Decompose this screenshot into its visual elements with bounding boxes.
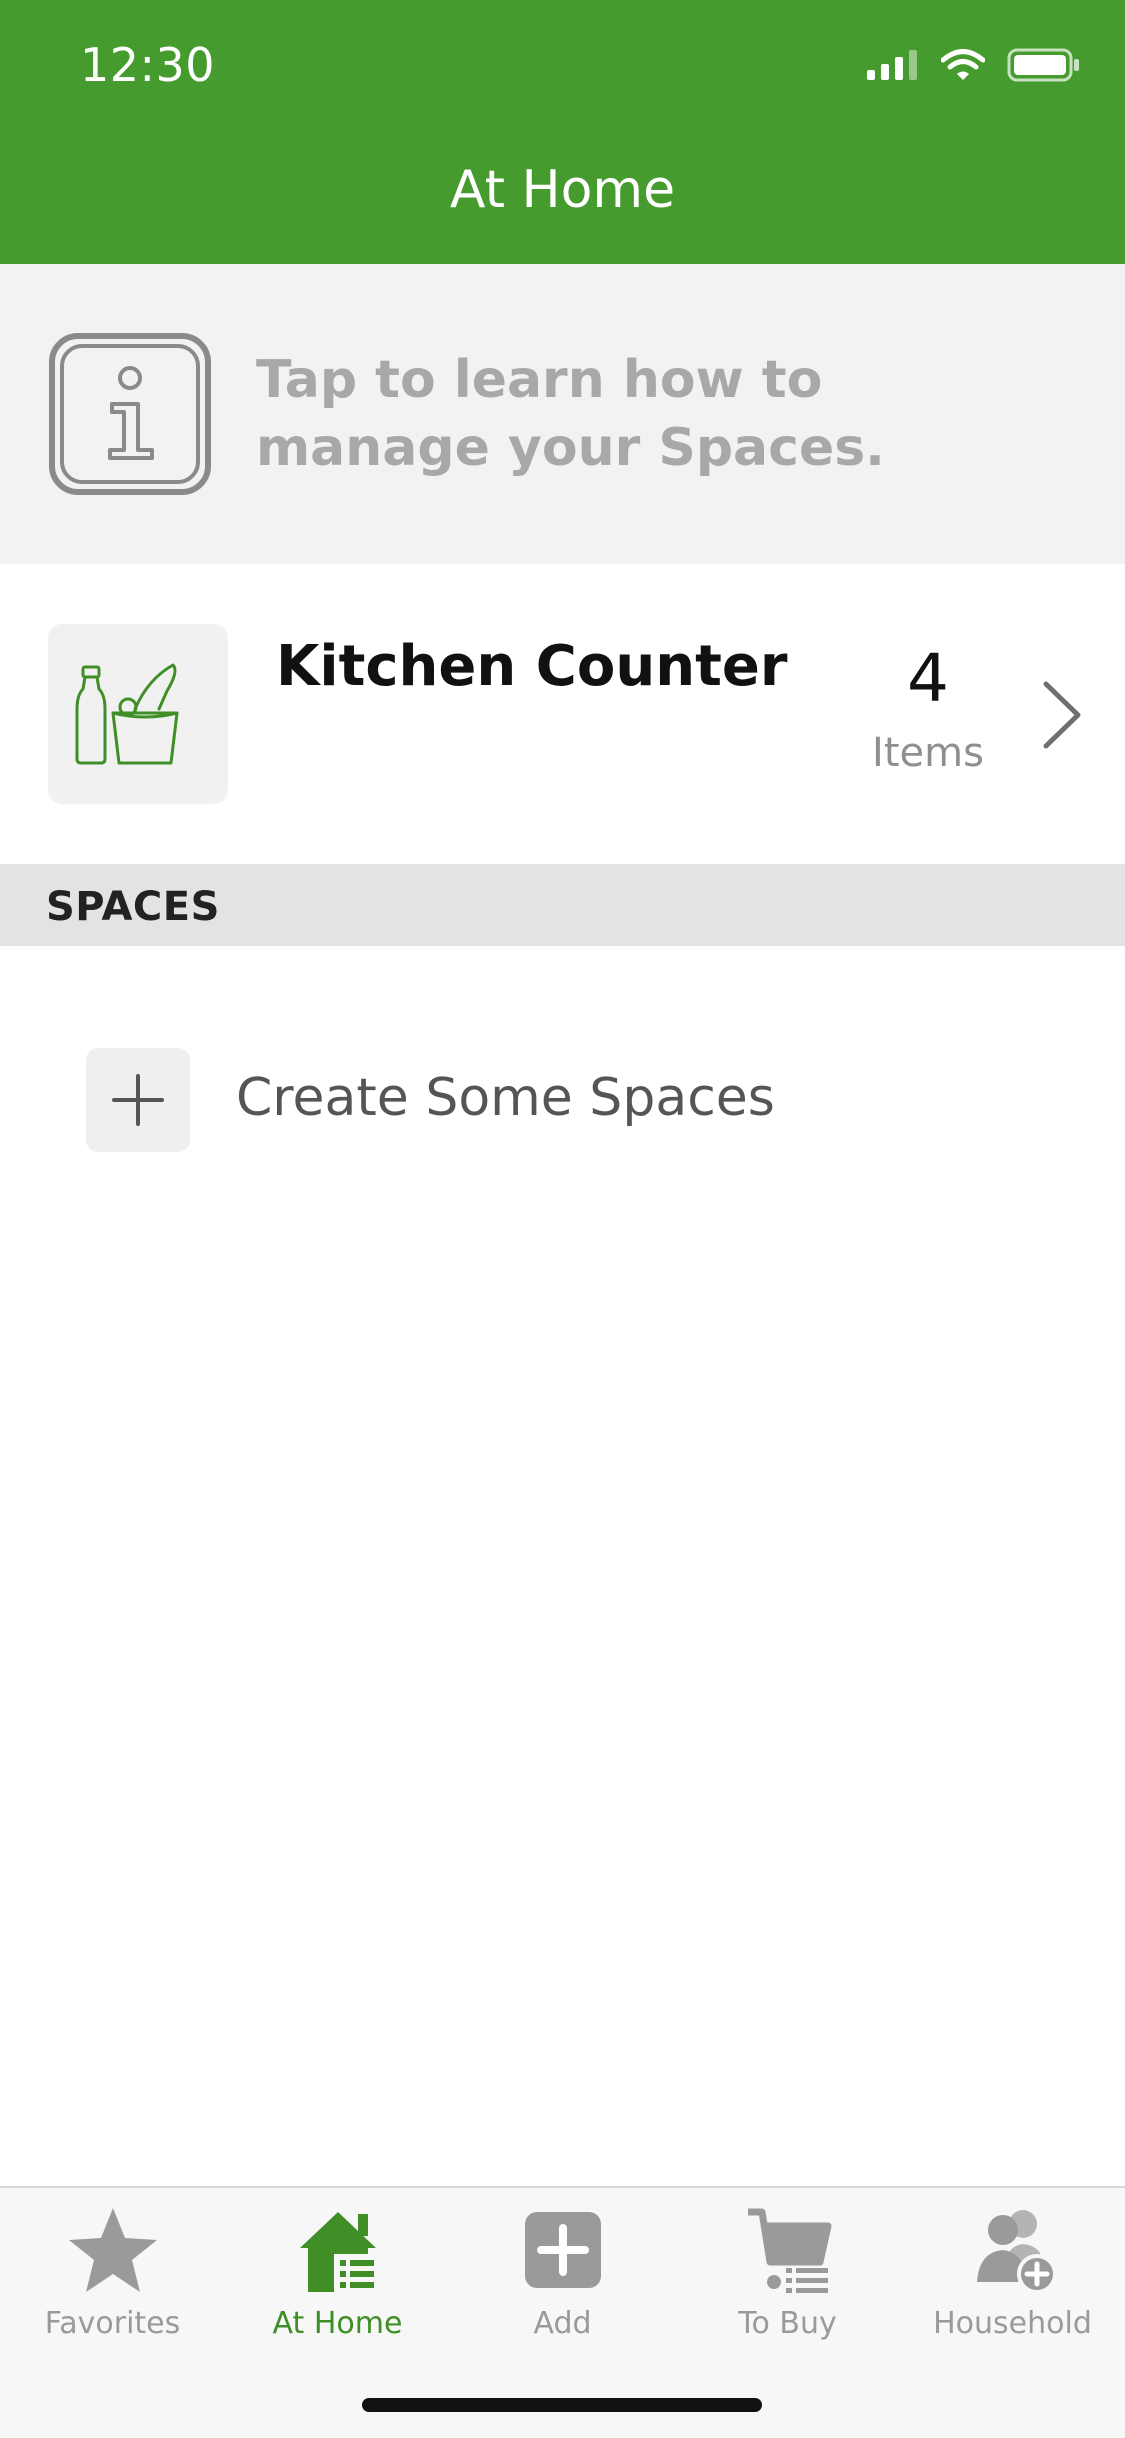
space-name: Kitchen Counter (276, 634, 788, 699)
create-spaces-button[interactable]: Create Some Spaces (0, 1030, 1125, 1170)
info-banner[interactable]: Tap to learn how to manage your Spaces. (0, 264, 1125, 564)
tab-to-buy[interactable]: To Buy (675, 2202, 900, 2352)
info-text: Tap to learn how to manage your Spaces. (256, 350, 885, 478)
tab-at-home[interactable]: At Home (225, 2202, 450, 2352)
tab-label-add: Add (533, 2306, 592, 2341)
signal-icon (867, 50, 917, 80)
battery-icon (1007, 48, 1079, 82)
top-header: 12:30 At Home (0, 0, 1125, 264)
household-add-icon (976, 2210, 1057, 2294)
tab-label-favorites: Favorites (44, 2306, 181, 2341)
add-icon (524, 2212, 601, 2288)
space-row-kitchen-counter[interactable]: Kitchen Counter 4 Items (0, 564, 1125, 864)
tab-label-household: Household (933, 2306, 1092, 2341)
space-thumbnail (48, 624, 228, 804)
wifi-icon (941, 49, 985, 80)
tab-add[interactable]: Add (450, 2202, 675, 2352)
star-icon (68, 2208, 157, 2292)
section-header-spaces: SPACES (0, 864, 1125, 946)
status-icons (867, 48, 1081, 82)
chevron-right-icon (1043, 681, 1081, 749)
page-title: At Home (449, 160, 676, 220)
plus-box (86, 1048, 190, 1152)
section-title: SPACES (46, 884, 220, 930)
groceries-bag-icon (75, 663, 179, 765)
cart-icon (747, 2208, 831, 2293)
info-icon (49, 333, 211, 495)
tab-label-to-buy: To Buy (738, 2306, 837, 2341)
status-time: 12:30 (80, 38, 216, 92)
tab-favorites[interactable]: Favorites (0, 2202, 225, 2352)
home-list-icon (299, 2212, 378, 2294)
space-item-count: 4 (907, 640, 949, 717)
space-item-count-label: Items (872, 730, 984, 776)
tab-household[interactable]: Household (900, 2202, 1125, 2352)
plus-icon (112, 1074, 164, 1126)
tab-label-at-home: At Home (272, 2306, 403, 2341)
create-spaces-label: Create Some Spaces (236, 1068, 775, 1128)
home-indicator[interactable] (362, 2398, 762, 2412)
